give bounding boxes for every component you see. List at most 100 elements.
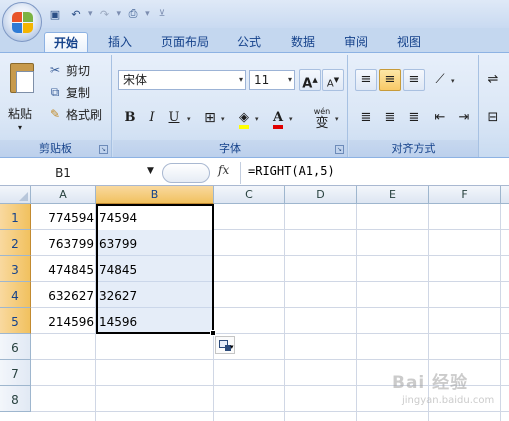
align-top-button[interactable]: ≡ xyxy=(355,69,377,91)
border-button[interactable]: ⊞ xyxy=(199,107,221,129)
tab-insert[interactable]: 插入 xyxy=(98,32,142,52)
tab-home[interactable]: 开始 xyxy=(44,32,88,53)
column-header-d[interactable]: D xyxy=(285,186,357,204)
office-button[interactable] xyxy=(2,2,42,42)
row-header-4[interactable]: 4 xyxy=(0,282,31,308)
cut-button[interactable]: ✂ 剪切 xyxy=(48,61,90,79)
select-all-button[interactable] xyxy=(0,186,31,204)
merge-center-button[interactable]: ⊟ xyxy=(482,107,504,129)
underline-button[interactable]: U xyxy=(163,107,185,129)
autofill-options-button[interactable]: ▾ xyxy=(215,336,235,354)
underline-dropdown-icon[interactable]: ▾ xyxy=(187,115,191,123)
orientation-button[interactable]: ⟋ xyxy=(429,69,451,91)
cell-b5[interactable]: 14596 xyxy=(96,308,214,334)
save-icon[interactable]: ▣ xyxy=(46,5,64,23)
wrap-text-button[interactable]: ⇌ xyxy=(482,69,504,91)
align-right-button[interactable]: ≣ xyxy=(403,107,425,129)
format-painter-button[interactable]: ✎ 格式刷 xyxy=(48,105,102,123)
row-header-5[interactable]: 5 xyxy=(0,308,31,334)
cell-b3[interactable]: 74845 xyxy=(96,256,214,282)
row-header-8[interactable]: 8 xyxy=(0,386,31,412)
cell-a4[interactable]: 632627 xyxy=(31,282,96,308)
clipboard-group: 粘贴 ▾ ✂ 剪切 ⧉ 复制 ✎ 格式刷 剪贴板 ↘ xyxy=(0,55,112,157)
font-size-combo[interactable]: 11 ▾ xyxy=(249,70,295,90)
column-header-b[interactable]: B xyxy=(96,186,214,204)
cell-a1[interactable]: 774594 xyxy=(31,204,96,230)
tab-page-layout[interactable]: 页面布局 xyxy=(150,32,220,52)
phonetic-button[interactable]: wén 变 xyxy=(309,105,335,131)
chevron-down-icon[interactable]: ▾ xyxy=(288,71,292,89)
insert-function-icon[interactable]: fx xyxy=(218,163,229,177)
align-center-button[interactable]: ≣ xyxy=(379,107,401,129)
tab-data[interactable]: 数据 xyxy=(280,32,326,52)
border-dropdown-icon[interactable]: ▾ xyxy=(221,115,225,123)
align-middle-icon: ≡ xyxy=(384,72,396,87)
italic-button[interactable]: I xyxy=(141,107,163,129)
cell-a3[interactable]: 474845 xyxy=(31,256,96,282)
formula-bar-resize-handle[interactable] xyxy=(162,163,210,183)
baidu-watermark-url: jingyan.baidu.com xyxy=(402,395,495,406)
font-group-label: 字体 xyxy=(113,140,347,157)
paste-button[interactable]: 粘贴 ▾ xyxy=(6,61,40,132)
row-header-6[interactable]: 6 xyxy=(0,334,31,360)
font-color-dropdown-icon[interactable]: ▾ xyxy=(289,115,293,123)
align-bottom-icon: ≡ xyxy=(408,72,420,87)
name-box-dropdown-icon[interactable]: ▼ xyxy=(147,166,154,176)
bold-button[interactable]: B xyxy=(119,107,141,129)
font-name-combo[interactable]: 宋体 ▾ xyxy=(118,70,246,90)
name-box[interactable]: B1 xyxy=(0,162,162,184)
font-size-value: 11 xyxy=(254,73,270,87)
column-header-a[interactable]: A xyxy=(31,186,96,204)
customize-toolbar-icon[interactable]: ⊻ xyxy=(159,9,166,19)
align-bottom-button[interactable]: ≡ xyxy=(403,69,425,91)
fill-color-dropdown-icon[interactable]: ▾ xyxy=(255,115,259,123)
clipboard-launcher-icon[interactable]: ↘ xyxy=(99,145,108,154)
tab-view[interactable]: 视图 xyxy=(386,32,432,52)
increase-indent-button[interactable]: ⇥ xyxy=(453,107,475,129)
tab-formulas[interactable]: 公式 xyxy=(226,32,272,52)
cell-b2[interactable]: 63799 xyxy=(96,230,214,256)
print-preview-dropdown-icon[interactable]: ▾ xyxy=(145,9,150,19)
column-header-g[interactable] xyxy=(501,186,509,204)
border-icon: ⊞ xyxy=(204,110,216,126)
column-header-f[interactable]: F xyxy=(429,186,501,204)
copy-button[interactable]: ⧉ 复制 xyxy=(48,83,90,101)
orientation-dropdown-icon[interactable]: ▾ xyxy=(451,77,455,85)
undo-dropdown-icon[interactable]: ▾ xyxy=(88,9,93,19)
alignment-group: ≡ ≡ ≡ ⟋ ▾ ≣ ≣ ≣ ⇤ ⇥ 对齐方式 xyxy=(349,55,479,157)
fill-color-button[interactable]: ◈ xyxy=(233,107,255,129)
grow-font-button[interactable]: A▲ xyxy=(299,69,321,91)
column-header-e[interactable]: E xyxy=(357,186,429,204)
column-header-c[interactable]: C xyxy=(214,186,285,204)
ribbon: 粘贴 ▾ ✂ 剪切 ⧉ 复制 ✎ 格式刷 剪贴板 ↘ 宋体 ▾ 11 ▾ A▲ … xyxy=(0,52,509,158)
ribbon-tab-row: 开始 插入 页面布局 公式 数据 审阅 视图 xyxy=(0,28,509,53)
row-header-7[interactable]: 7 xyxy=(0,360,31,386)
undo-icon[interactable]: ↶ xyxy=(67,5,85,23)
cell-a2[interactable]: 763799 xyxy=(31,230,96,256)
redo-dropdown-icon[interactable]: ▾ xyxy=(117,9,122,19)
baidu-watermark: Bai 经验 xyxy=(392,373,469,393)
print-preview-icon[interactable]: ⎙ xyxy=(124,5,142,23)
align-left-button[interactable]: ≣ xyxy=(355,107,377,129)
redo-icon[interactable]: ↷ xyxy=(96,5,114,23)
row-header-2[interactable]: 2 xyxy=(0,230,31,256)
row-header-3[interactable]: 3 xyxy=(0,256,31,282)
font-color-button[interactable]: A xyxy=(267,107,289,129)
phonetic-dropdown-icon[interactable]: ▾ xyxy=(335,115,339,123)
paste-dropdown-icon[interactable]: ▾ xyxy=(18,123,22,132)
decrease-indent-button[interactable]: ⇤ xyxy=(429,107,451,129)
cell-b4[interactable]: 32627 xyxy=(96,282,214,308)
cell-a5[interactable]: 214596 xyxy=(31,308,96,334)
tab-review[interactable]: 审阅 xyxy=(333,32,379,52)
formula-input[interactable]: =RIGHT(A1,5) xyxy=(248,164,335,178)
chevron-down-icon[interactable]: ▾ xyxy=(239,71,243,89)
font-launcher-icon[interactable]: ↘ xyxy=(335,145,344,154)
formula-bar: B1 ▼ fx =RIGHT(A1,5) xyxy=(0,160,509,186)
shrink-font-button[interactable]: A▼ xyxy=(322,69,344,91)
cell-b1[interactable]: 74594 xyxy=(96,204,214,230)
format-painter-label: 格式刷 xyxy=(66,107,103,122)
row-header-1[interactable]: 1 xyxy=(0,204,31,230)
font-group: 宋体 ▾ 11 ▾ A▲ A▼ B I U ▾ ⊞ ▾ ◈ ▾ A ▾ wén … xyxy=(113,55,348,157)
align-middle-button[interactable]: ≡ xyxy=(379,69,401,91)
copy-icon: ⧉ xyxy=(50,85,60,99)
